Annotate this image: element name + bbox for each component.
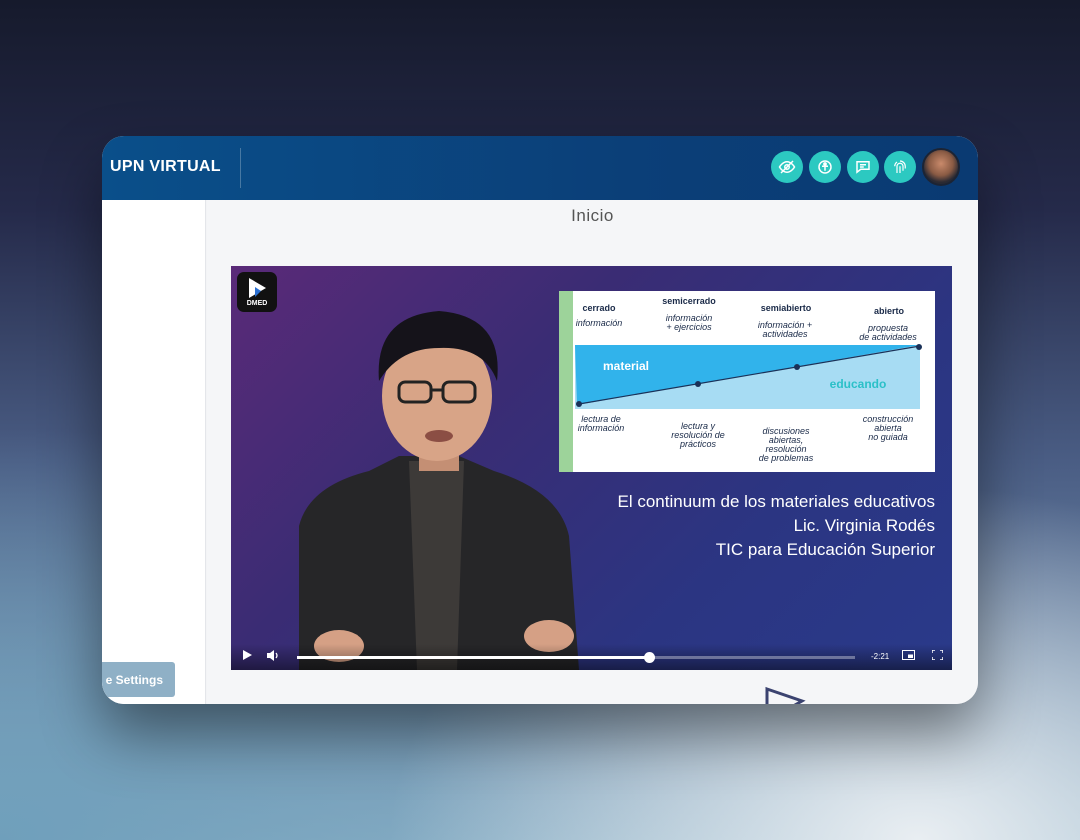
left-sidebar — [102, 200, 206, 704]
band-label-material: material — [602, 359, 650, 373]
video-caption-course: TIC para Educación Superior — [715, 540, 935, 559]
band-label-educando: educando — [829, 377, 887, 391]
slide-footer: lectura y resolución de prácticos — [671, 421, 725, 449]
navbar-divider — [240, 148, 241, 188]
volume-icon[interactable] — [267, 650, 281, 664]
video-caption-title: El continuum de los materiales educativo… — [617, 492, 936, 511]
accessibility-icon[interactable] — [809, 151, 841, 183]
course-heading-partial — [239, 701, 679, 704]
slide-header: cerrado — [582, 303, 616, 313]
progress-fill — [297, 656, 649, 659]
top-navbar: UPN VIRTUAL — [102, 136, 978, 200]
video-controls: -2:21 — [231, 644, 952, 670]
slide-subheader: propuesta de actividades — [859, 323, 917, 342]
slide-diagram: cerrado semicerrado semiabierto abierto … — [559, 291, 935, 472]
fingerprint-icon[interactable] — [884, 151, 916, 183]
slide-subheader: información — [575, 318, 623, 328]
slide-header: semiabierto — [760, 303, 812, 313]
progress-bar[interactable] — [297, 652, 855, 663]
eye-slash-icon[interactable] — [771, 151, 803, 183]
page-title: Inicio — [571, 206, 614, 225]
chat-icon[interactable] — [847, 151, 879, 183]
video-caption-author: Lic. Virginia Rodés — [793, 516, 935, 535]
time-remaining: -2:21 — [871, 652, 890, 661]
slide-footer: discusiones abiertas, resolución de prob… — [758, 426, 814, 463]
browser-window: UPN VIRTUAL Inicio DMED cerrado semicerr… — [102, 136, 978, 704]
continuum-band — [575, 344, 922, 409]
video-player[interactable]: DMED cerrado semicerrado semiabierto abi… — [231, 266, 952, 670]
progress-knob[interactable] — [643, 652, 655, 663]
play-icon[interactable] — [243, 650, 252, 663]
slide-footer: lectura de información — [577, 414, 625, 433]
brand-title[interactable]: UPN VIRTUAL — [110, 158, 221, 176]
settings-button[interactable]: e Settings — [102, 662, 175, 697]
picture-in-picture-icon[interactable] — [902, 650, 915, 663]
avatar[interactable] — [922, 148, 960, 186]
slide-header: abierto — [873, 306, 904, 316]
course-thumbnail-icon — [765, 686, 806, 704]
slide-header: semicerrado — [662, 296, 716, 306]
slide-footer: construcción abierta no guiada — [862, 414, 914, 442]
slide-subheader: información + ejercicios — [665, 313, 713, 332]
slide-subheader: información + actividades — [757, 320, 813, 339]
fullscreen-icon[interactable] — [931, 649, 944, 663]
